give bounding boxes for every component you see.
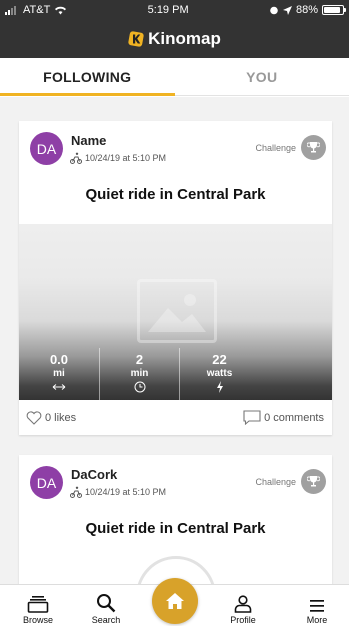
stat-distance: 0.0 mi (19, 348, 99, 400)
activity-timestamp: 10/24/19 at 5:10 PM (85, 487, 167, 497)
nav-browse[interactable]: Browse (8, 585, 68, 626)
profile-icon (234, 595, 252, 613)
nav-search[interactable]: Search (76, 585, 136, 626)
comment-icon (243, 410, 261, 425)
clock-icon (134, 381, 145, 393)
comment-button[interactable]: 0 comments (243, 410, 324, 425)
battery-icon (321, 5, 346, 15)
nav-more[interactable]: More (287, 585, 347, 626)
avatar[interactable]: DA (30, 466, 63, 499)
top-bar: AT&T 5:19 PM 88% Kinomap (0, 0, 349, 58)
likes-count: 0 likes (45, 411, 77, 424)
arrows-horizontal-icon (52, 384, 66, 390)
challenge-badge[interactable]: Challenge (255, 135, 326, 160)
feed-tabs: FOLLOWING YOU (0, 58, 349, 96)
activity-feed[interactable]: DA Name 10/24/19 at 5:10 PM Challenge Qu… (0, 97, 349, 584)
tab-following[interactable]: FOLLOWING (0, 58, 175, 96)
ride-title[interactable]: Quiet ride in Central Park (19, 520, 332, 537)
stat-unit: watts (206, 368, 233, 379)
stat-value: 22 (212, 352, 227, 367)
status-time: 5:19 PM (147, 4, 189, 16)
activity-timestamp: 10/24/19 at 5:10 PM (85, 153, 167, 163)
trophy-icon (301, 135, 326, 160)
search-icon (97, 594, 116, 613)
status-bar: AT&T 5:19 PM 88% (0, 0, 349, 20)
comments-count: 0 comments (264, 411, 324, 424)
nav-browse-label: Browse (22, 615, 53, 625)
tab-you[interactable]: YOU (175, 58, 349, 95)
wifi-icon (55, 6, 67, 15)
app-title: Kinomap (148, 29, 221, 48)
trophy-icon (301, 469, 326, 494)
kinomap-logo-icon (128, 31, 144, 47)
challenge-label: Challenge (255, 142, 296, 153)
ride-stats: 0.0 mi 2 min 22 watts (19, 348, 332, 400)
challenge-label: Challenge (255, 476, 296, 487)
ride-title[interactable]: Quiet ride in Central Park (19, 186, 332, 203)
location-icon (282, 5, 292, 15)
browse-icon (27, 596, 49, 613)
home-button[interactable] (152, 578, 198, 624)
stat-value: 0.0 (49, 352, 69, 367)
like-button[interactable]: 0 likes (26, 410, 77, 425)
user-name[interactable]: Name (71, 133, 106, 148)
nav-more-label: More (306, 615, 328, 625)
challenge-badge[interactable]: Challenge (255, 469, 326, 494)
stat-unit: min (130, 368, 149, 379)
carrier-label: AT&T (23, 4, 51, 16)
heart-icon (26, 410, 42, 425)
nav-profile-label: Profile (230, 615, 256, 625)
lightning-icon (216, 381, 223, 393)
alarm-icon (270, 6, 278, 15)
image-placeholder-icon (137, 279, 217, 343)
cyclist-icon (70, 152, 82, 164)
stat-value: 2 (135, 352, 144, 367)
cyclist-icon (70, 486, 82, 498)
nav-profile[interactable]: Profile (213, 585, 273, 626)
stat-unit: mi (53, 368, 65, 379)
user-name[interactable]: DaCork (71, 467, 117, 482)
home-icon (166, 593, 184, 609)
ride-preview-image[interactable]: 0.0 mi 2 min 22 watts (19, 224, 332, 400)
stat-duration: 2 min (99, 348, 179, 400)
app-header: Kinomap (0, 20, 349, 58)
signal-icon (5, 5, 16, 15)
battery-percent: 88% (295, 4, 318, 16)
menu-icon (310, 600, 324, 612)
stat-power: 22 watts (179, 348, 259, 400)
avatar[interactable]: DA (30, 132, 63, 165)
nav-search-label: Search (91, 615, 121, 625)
activity-card[interactable]: DA Name 10/24/19 at 5:10 PM Challenge Qu… (19, 121, 332, 435)
